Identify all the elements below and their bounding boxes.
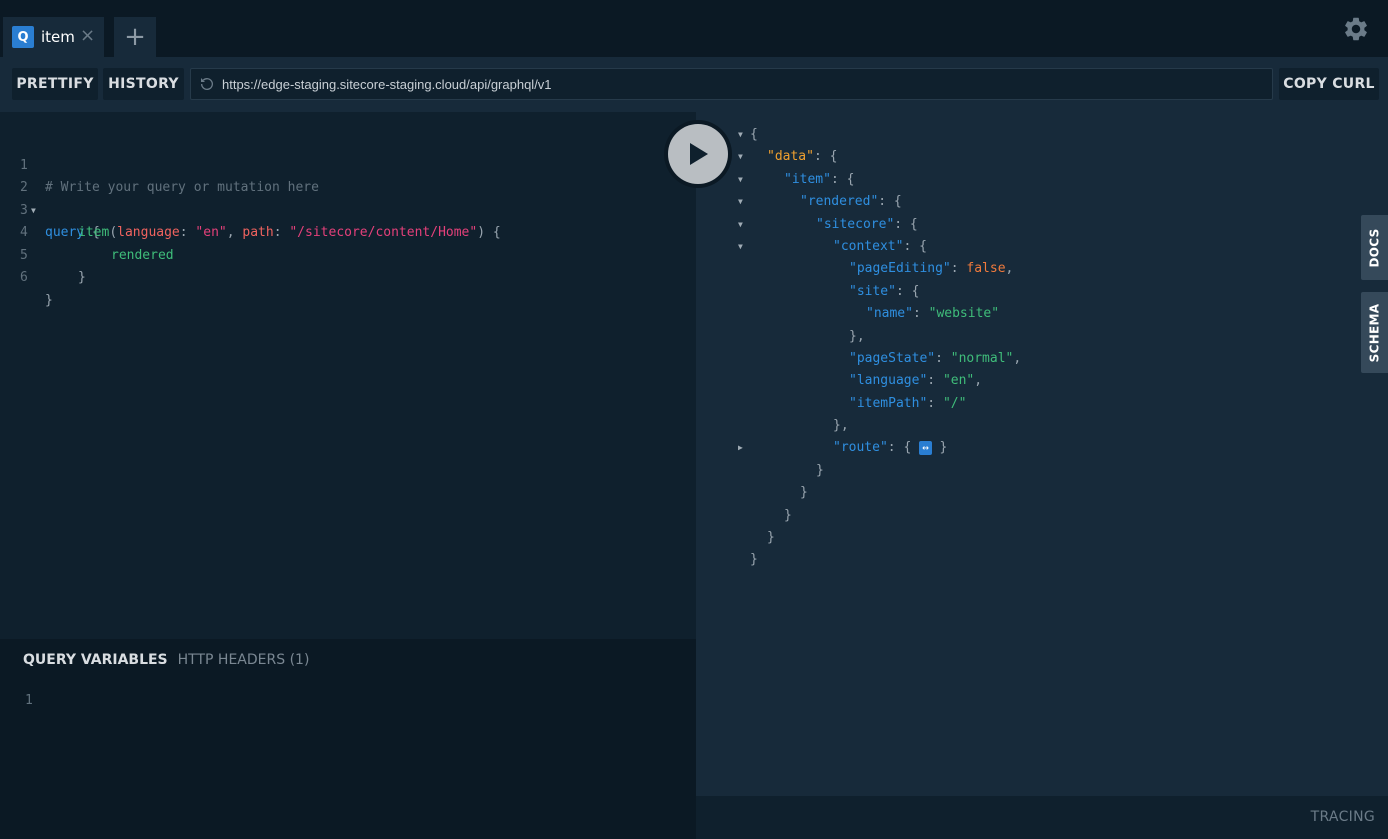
refresh-icon[interactable] [199,76,215,92]
punct: : { [894,216,918,232]
json-key-site: "site" [849,283,896,299]
add-tab-button[interactable]: + [114,17,156,57]
punct: : { [813,149,838,165]
punct: : [935,350,951,366]
query-code: 1 # Write your query or mutation here 2 … [0,132,501,308]
punct: , [1013,350,1022,366]
punct: } [784,507,792,523]
punct: : { [878,194,902,210]
arg-path: path [242,225,274,240]
copy-curl-button[interactable]: COPY CURL [1279,68,1379,100]
punct: , [226,225,243,240]
json-key-pagestate: "pageState" [849,350,936,366]
line-number: 6 [20,270,28,285]
line-number: 1 [25,693,33,708]
json-key-data: "data" [767,149,814,165]
endpoint-url-text: https://edge-staging.sitecore-staging.cl… [222,76,552,92]
field-rendered: rendered [111,247,174,263]
json-key-name: "name" [866,306,913,322]
docs-tab-label: DOCS [1367,227,1382,268]
json-value-itempath: "/" [942,395,967,411]
punct: }, [849,328,865,344]
fold-arrow-icon[interactable]: ▼ [738,214,743,236]
string-path: "/sitecore/content/Home" [289,225,478,240]
punct: } [800,485,808,501]
fold-arrow-icon[interactable]: ▼ [738,169,743,191]
schema-tab-label: SCHEMA [1367,303,1382,362]
punct: { [750,127,758,142]
code-line: 2 ▼ query { [0,155,100,240]
json-value-pageediting: false [966,261,1006,277]
json-value-language: "en" [942,373,975,389]
fold-arrow-icon[interactable]: ▼ [738,191,743,213]
result-pane: ▼{ ▼ "data": { ▼ "item": { ▼ "rendered": { … [696,112,1388,796]
comment-text: # Write your query or mutation here [45,180,319,195]
docs-tab[interactable]: DOCS [1361,215,1388,280]
code-line: 5 } [0,222,86,286]
gear-icon[interactable] [1342,15,1370,43]
punct: : [179,225,196,240]
punct: } [767,530,775,546]
punct: , [1005,261,1014,277]
punct: : [950,261,967,277]
punct: : { [895,283,920,299]
fold-arrow-icon[interactable]: ▼ [738,236,743,258]
endpoint-url-input[interactable]: https://edge-staging.sitecore-staging.cl… [190,68,1273,100]
code-line: 6 } [0,245,53,308]
variables-pane: QUERY VARIABLES HTTP HEADERS (1) 1 [0,639,696,839]
code-line: 1 # Write your query or mutation here [0,132,319,196]
punct: } [816,462,824,478]
run-query-button[interactable] [664,120,732,188]
query-badge-icon: Q [12,26,34,48]
json-value-pagestate: "normal" [950,350,1014,366]
close-tab-icon[interactable]: × [80,27,95,45]
punct: : [273,225,290,240]
json-key-item: "item" [784,171,831,187]
tab-item[interactable]: Q item × [3,17,104,57]
expand-arrow-icon[interactable]: ▶ [738,437,743,459]
toolbar: PRETTIFY HISTORY https://edge-staging.si… [0,57,1388,112]
punct: } [750,552,758,568]
play-icon [690,143,708,165]
punct: ) { [477,225,501,240]
json-key-itempath: "itemPath" [849,395,928,411]
tab-label: item [41,28,75,46]
code-line: 4 rendered [0,200,174,263]
punct: : [927,373,943,389]
fold-arrow-icon[interactable]: ▼ [738,124,743,146]
punct: }, [833,418,849,434]
prettify-button[interactable]: PRETTIFY [12,68,98,100]
punct: ( [109,225,118,240]
schema-tab[interactable]: SCHEMA [1361,292,1388,373]
tab-http-headers[interactable]: HTTP HEADERS (1) [178,652,310,668]
result-footer: TRACING [696,796,1388,839]
fold-arrow-icon[interactable]: ▼ [738,146,743,168]
json-key-sitecore: "sitecore" [816,216,895,232]
tracing-button[interactable]: TRACING [1311,809,1375,825]
arg-language: language [117,225,180,240]
json-value-name: "website" [928,306,1000,322]
expand-collapsed-icon[interactable]: ↔ [919,440,932,455]
string-en: "en" [195,225,227,240]
query-editor[interactable]: 1 # Write your query or mutation here 2 … [0,112,696,639]
punct: : [927,395,943,411]
punct: : { [887,440,920,456]
json-key-context: "context" [833,238,904,254]
tab-bar: Q item × + [0,0,1388,57]
punct: } [78,270,86,285]
punct: : [912,306,929,322]
json-key-route: "route" [833,440,888,456]
punct: : { [903,238,927,254]
field-item: item [78,225,110,240]
json-key-language: "language" [849,373,928,389]
punct: } [931,440,948,456]
json-key-rendered: "rendered" [800,194,879,210]
history-button[interactable]: HISTORY [103,68,184,100]
tab-query-variables[interactable]: QUERY VARIABLES [23,652,168,668]
punct: : { [830,171,855,187]
punct: , [974,373,983,389]
code-line: 3 item(language: "en", path: "/sitecore/… [0,177,501,241]
json-key-pageediting: "pageEditing" [849,261,951,277]
punct: } [45,292,53,308]
